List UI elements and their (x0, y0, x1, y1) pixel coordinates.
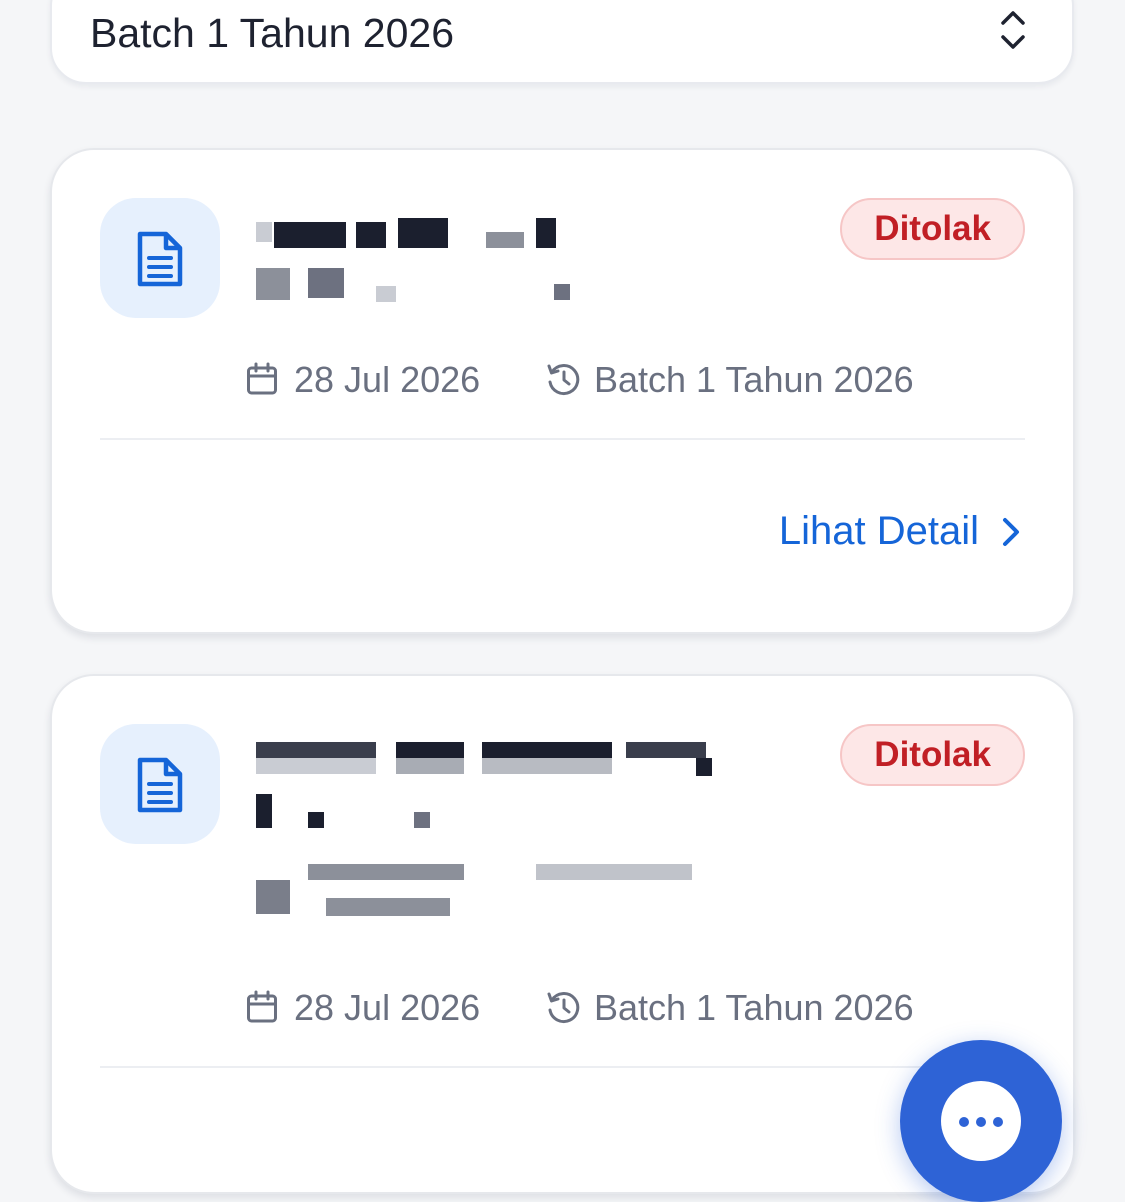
submission-date-text: 28 Jul 2026 (294, 359, 481, 400)
document-icon (137, 757, 183, 813)
submission-meta: 28 Jul 2026 Batch 1 Tahun 2026 (246, 986, 966, 1030)
submission-batch: Batch 1 Tahun 2026 (546, 358, 966, 402)
document-icon-container (100, 198, 220, 318)
submission-date-text: 28 Jul 2026 (294, 987, 481, 1028)
card-divider (100, 1066, 1025, 1068)
history-icon (547, 992, 580, 1024)
view-detail-link[interactable]: Lihat Detail (779, 506, 979, 556)
submission-date: 28 Jul 2026 (246, 986, 506, 1030)
submission-meta: 28 Jul 2026 Batch 1 Tahun 2026 (246, 358, 966, 402)
document-icon-container (100, 724, 220, 844)
submission-date: 28 Jul 2026 (246, 358, 506, 402)
status-badge: Ditolak (840, 724, 1025, 786)
card-divider (100, 438, 1025, 440)
calendar-icon (247, 990, 277, 1023)
more-horizontal-icon (941, 1081, 1021, 1161)
submission-batch-text: Batch 1 Tahun 2026 (594, 359, 914, 400)
submission-batch-text: Batch 1 Tahun 2026 (594, 987, 914, 1028)
calendar-icon (247, 362, 277, 395)
batch-selector-value: Batch 1 Tahun 2026 (90, 10, 454, 56)
chevron-right-icon (1003, 518, 1019, 546)
chat-fab-button[interactable] (900, 1040, 1062, 1202)
submission-batch: Batch 1 Tahun 2026 (546, 986, 966, 1030)
batch-selector[interactable]: Batch 1 Tahun 2026 (50, 0, 1074, 84)
submission-card[interactable]: 28 Jul 2026 Batch 1 Tahun 2026 Ditolak L… (50, 148, 1075, 634)
chevron-up-down-icon (1001, 11, 1025, 49)
document-icon (137, 231, 183, 287)
history-icon (547, 364, 580, 396)
status-badge: Ditolak (840, 198, 1025, 260)
